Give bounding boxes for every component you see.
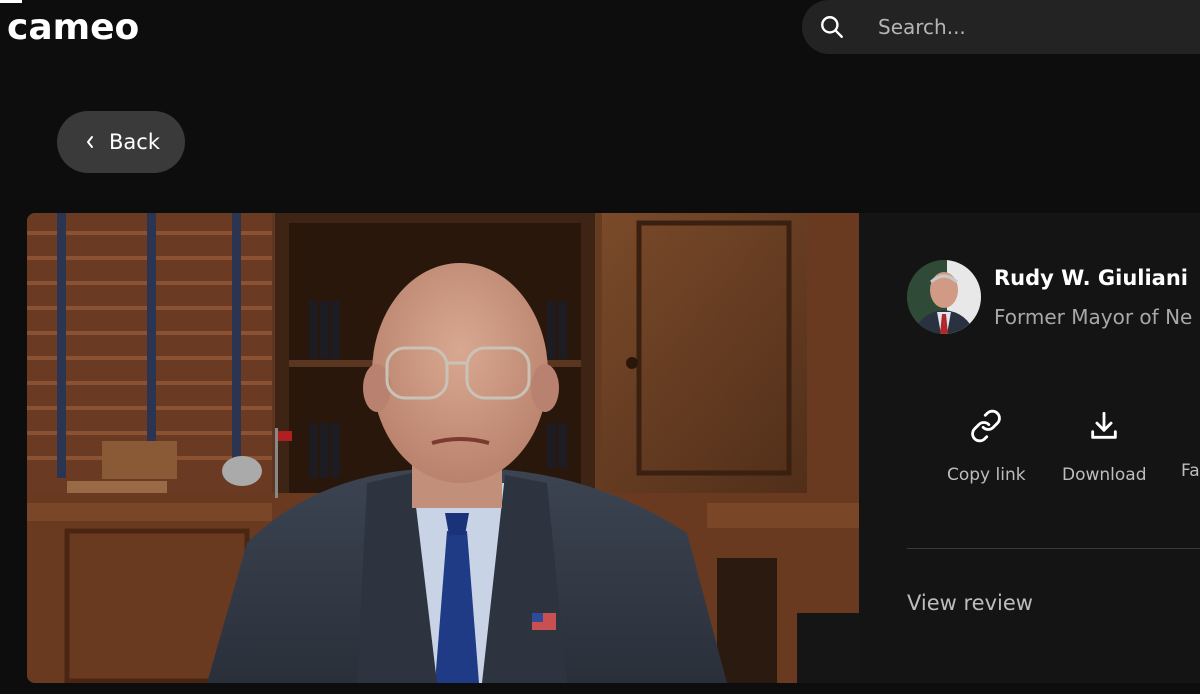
top-edge-mark <box>0 0 22 3</box>
download-icon <box>1087 409 1121 447</box>
download-label: Download <box>1062 465 1147 485</box>
favorite-label: Fa <box>1181 461 1200 481</box>
search-bar[interactable] <box>802 0 1200 54</box>
back-button[interactable]: Back <box>57 111 185 173</box>
search-icon[interactable] <box>818 13 846 41</box>
chevron-left-icon <box>85 134 95 150</box>
video-frame <box>27 213 859 683</box>
talent-title: Former Mayor of Ne <box>994 305 1193 329</box>
copy-link-button[interactable]: Copy link <box>947 409 1026 485</box>
video-player[interactable] <box>27 213 859 683</box>
link-icon <box>969 409 1003 447</box>
divider <box>907 548 1200 549</box>
favorite-button[interactable]: Fa <box>1181 409 1200 481</box>
talent-avatar[interactable] <box>907 260 981 334</box>
details-panel: Rudy W. Giuliani Former Mayor of Ne Copy… <box>859 213 1200 683</box>
download-button[interactable]: Download <box>1062 409 1147 485</box>
video-card: Rudy W. Giuliani Former Mayor of Ne Copy… <box>27 213 1200 683</box>
cameo-logo[interactable]: cameo <box>7 6 139 50</box>
back-button-label: Back <box>109 130 160 154</box>
copy-link-label: Copy link <box>947 465 1026 485</box>
search-input[interactable] <box>876 14 1180 40</box>
talent-name[interactable]: Rudy W. Giuliani <box>994 266 1188 290</box>
avatar-image <box>907 260 981 334</box>
view-review-link[interactable]: View review <box>907 591 1033 615</box>
